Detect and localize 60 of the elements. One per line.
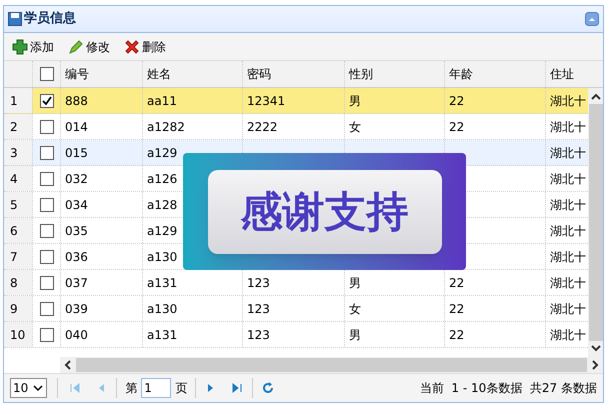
- table-cell-text: 2222: [247, 118, 278, 136]
- table-cell-text: 888: [65, 92, 88, 110]
- table-cell-text: a128: [147, 196, 178, 214]
- table-cell-text: 湖北十: [550, 170, 586, 188]
- table-cell-text: 湖北十: [550, 326, 586, 344]
- row-number: 1: [10, 92, 18, 110]
- table-cell-text: a131: [147, 326, 178, 344]
- table-cell-text: 湖北十: [550, 92, 586, 110]
- row-number: 5: [10, 196, 18, 214]
- table-cell-text: 湖北十: [550, 222, 586, 240]
- table-cell-text: 22: [449, 274, 464, 292]
- pager-status: 当前 1 - 10条数据 共27 条数据: [420, 380, 597, 397]
- table-cell-text: a129: [147, 144, 178, 162]
- table-cell-text: 12341: [247, 92, 286, 110]
- page-suffix: 页: [175, 380, 188, 397]
- table-cell-text: a130: [147, 248, 178, 266]
- panel-title: 学员信息: [24, 10, 76, 28]
- table-cell-text: 男: [349, 274, 361, 292]
- table-cell-text: a129: [147, 222, 178, 240]
- table-cell-text: a126: [147, 170, 178, 188]
- table-cell-text: 040: [65, 326, 88, 344]
- row-number: 8: [10, 274, 18, 292]
- table-cell-text: 032: [65, 170, 88, 188]
- thanks-text: 感谢支持: [208, 170, 442, 254]
- table-cell-text: 039: [65, 300, 88, 318]
- table-cell-text: 男: [349, 92, 361, 110]
- table-cell-text: 123: [247, 300, 270, 318]
- table-cell-text: 123: [247, 274, 270, 292]
- table-cell-text: 湖北十: [550, 144, 586, 162]
- table-cell-text: a130: [147, 300, 178, 318]
- table-cell-text: 22: [449, 300, 464, 318]
- row-number: 7: [10, 248, 18, 266]
- page-prefix: 第: [125, 380, 138, 397]
- table-cell-text: 女: [349, 300, 361, 318]
- table-cell-text: 22: [449, 326, 464, 344]
- table-cell-text: 037: [65, 274, 88, 292]
- table-cell-text: 湖北十: [550, 274, 586, 292]
- row-number: 4: [10, 170, 18, 188]
- row-number: 6: [10, 222, 18, 240]
- table-cell-text: 015: [65, 144, 88, 162]
- table-cell-text: 014: [65, 118, 88, 136]
- table-cell-text: 湖北十: [550, 248, 586, 266]
- table-cell-text: 湖北十: [550, 196, 586, 214]
- table-cell-text: 035: [65, 222, 88, 240]
- table-cell-text: 034: [65, 196, 88, 214]
- row-number: 9: [10, 300, 18, 318]
- table-cell-text: 女: [349, 118, 361, 136]
- table-cell-text: a1282: [147, 118, 185, 136]
- row-number: 10: [10, 326, 26, 344]
- row-number: 2: [10, 118, 18, 136]
- table-cell-text: 22: [449, 118, 464, 136]
- table-cell-text: 湖北十: [550, 118, 586, 136]
- table-cell-text: 036: [65, 248, 88, 266]
- table-cell-text: 22: [449, 92, 464, 110]
- row-number: 3: [10, 144, 18, 162]
- table-cell-text: 123: [247, 326, 270, 344]
- table-cell-text: a131: [147, 274, 178, 292]
- table-cell-text: aa11: [147, 92, 177, 110]
- table-cell-text: 湖北十: [550, 300, 586, 318]
- table-cell-text: 男: [349, 326, 361, 344]
